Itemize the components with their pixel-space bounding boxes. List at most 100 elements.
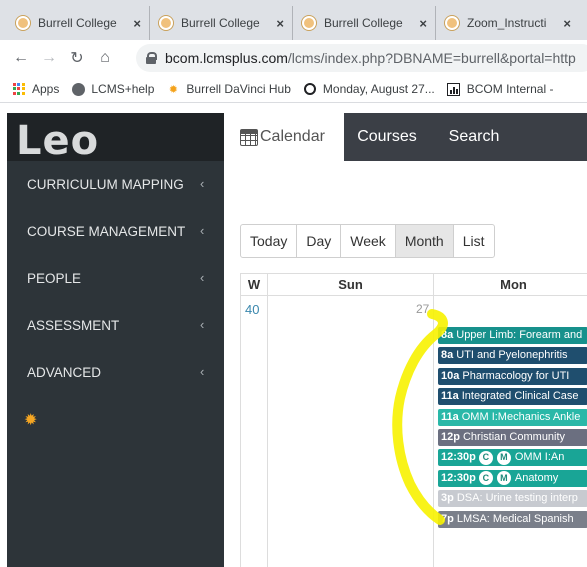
browser-tab-3[interactable]: Burrell College × (294, 6, 436, 40)
event-time: 10a (441, 369, 460, 382)
tab-title: Burrell College (181, 16, 260, 30)
calendar-event[interactable]: 12:30p C M OMM I:An (438, 449, 587, 467)
week-number[interactable]: 40 (245, 302, 259, 317)
bookmark-apps[interactable]: Apps (12, 82, 59, 96)
sidebar-item-curriculum-mapping[interactable]: CURRICULUM MAPPING ‹ (7, 161, 224, 208)
logo-area[interactable]: Leo (7, 113, 224, 161)
q-logo-icon (303, 82, 317, 96)
event-title: Christian Community (462, 430, 566, 443)
close-icon[interactable]: × (563, 16, 571, 31)
sidebar-item-label: CURRICULUM MAPPING (27, 177, 184, 192)
bookmark-label: Monday, August 27... (322, 82, 435, 96)
view-month-button[interactable]: Month (394, 224, 454, 258)
event-title: Pharmacology for UTI (462, 369, 570, 382)
sidebar-item-assessment[interactable]: ASSESSMENT ‹ (7, 302, 224, 349)
apps-grid-icon (12, 82, 26, 96)
sidebar: Leo CURRICULUM MAPPING ‹ COURSE MANAGEME… (7, 113, 224, 567)
calendar-event[interactable]: 7p LMSA: Medical Spanish (438, 510, 587, 528)
event-time: 8a (441, 349, 454, 362)
sunday-column-header: Sun (268, 274, 434, 296)
event-time: 11a (441, 410, 459, 423)
tab-label: Courses (357, 128, 417, 145)
close-icon[interactable]: × (133, 16, 141, 31)
event-time: 8a (441, 329, 454, 341)
event-title: DSA: Urine testing interp (456, 492, 578, 505)
event-title: LMSA: Medical Spanish (456, 512, 574, 525)
event-badge: M (496, 450, 511, 465)
view-switcher: Today Day Week Month List (240, 224, 495, 258)
lock-icon[interactable] (146, 52, 157, 64)
site-favicon-icon (445, 16, 459, 30)
leo-logo: Leo (16, 118, 100, 164)
url-path: /lcms/index.php?DBNAME=burrell&portal=ht… (287, 50, 576, 66)
site-favicon-icon (302, 16, 316, 30)
chevron-left-icon: ‹ (200, 223, 205, 238)
sun-icon: ✹ (168, 83, 179, 96)
tab-calendar[interactable]: Calendar (240, 113, 344, 161)
event-time: 3p (441, 492, 454, 505)
sidebar-item-course-management[interactable]: COURSE MANAGEMENT ‹ (7, 208, 224, 255)
tab-label: Calendar (260, 128, 325, 145)
browser-tab-strip: Burrell College × Burrell College × Burr… (0, 0, 587, 40)
event-title: UTI and Pyelonephritis (456, 349, 568, 362)
bookmark-monday[interactable]: Monday, August 27... (303, 82, 435, 96)
site-favicon-icon (16, 16, 30, 30)
bookmarks-bar: Apps LCMS+help ✹ Burrell DaVinci Hub Mon… (0, 76, 587, 103)
calendar-event[interactable]: 10a Pharmacology for UTI (438, 367, 587, 385)
event-title: OMM I:An (514, 451, 565, 464)
event-title: OMM I:Mechanics Ankle (461, 410, 581, 423)
view-today-button[interactable]: Today (240, 224, 298, 258)
tab-courses[interactable]: Courses (344, 113, 430, 161)
gear-icon[interactable]: ✹ (24, 410, 37, 430)
sidebar-item-advanced[interactable]: ADVANCED ‹ (7, 349, 224, 396)
event-time: 12:30p (441, 471, 476, 484)
chevron-left-icon: ‹ (200, 270, 205, 285)
tab-title: Burrell College (324, 16, 403, 30)
calendar-event[interactable]: 8a UTI and Pyelonephritis (438, 347, 587, 365)
sunday-cell[interactable] (268, 296, 434, 567)
calendar-event[interactable]: 3p DSA: Urine testing interp (438, 490, 587, 508)
sidebar-item-label: COURSE MANAGEMENT (27, 224, 186, 239)
event-title: Upper Limb: Forearm and (456, 329, 583, 341)
calendar-event[interactable]: 12p Christian Community (438, 428, 587, 446)
bookmark-label: Burrell DaVinci Hub (186, 82, 291, 96)
calendar-event[interactable]: 8a Upper Limb: Forearm and (438, 327, 587, 344)
view-day-button[interactable]: Day (296, 224, 342, 258)
bookmark-bcom-internal[interactable]: BCOM Internal - (447, 82, 553, 96)
sidebar-item-label: ADVANCED (27, 365, 102, 380)
bookmark-label: Apps (32, 82, 60, 96)
event-list: 8a Upper Limb: Forearm and 8a UTI and Pyelo… (438, 327, 587, 531)
forward-arrow-icon[interactable]: → (36, 45, 62, 71)
bookmark-lcms-help[interactable]: LCMS+help (71, 82, 154, 96)
day-number[interactable]: 27 (416, 302, 429, 316)
event-title: Anatomy (514, 471, 559, 484)
monday-column-header: Mon (434, 274, 587, 296)
chart-icon (447, 82, 461, 96)
tab-search[interactable]: Search (430, 113, 518, 161)
address-bar[interactable]: bcom.lcmsplus.com/lcms/index.php?DBNAME=… (136, 44, 587, 72)
bookmark-davinci-hub[interactable]: ✹ Burrell DaVinci Hub (166, 82, 291, 96)
browser-tab-1[interactable]: Burrell College × (8, 6, 150, 40)
view-week-button[interactable]: Week (340, 224, 396, 258)
reload-icon[interactable]: ↻ (64, 45, 90, 71)
home-icon[interactable]: ⌂ (92, 45, 118, 71)
chevron-left-icon: ‹ (200, 176, 205, 191)
chevron-left-icon: ‹ (200, 317, 205, 332)
close-icon[interactable]: × (419, 16, 427, 31)
week-number-cell (241, 296, 268, 567)
browser-tab-4[interactable]: Zoom_Instructi × (437, 6, 579, 40)
sidebar-item-people[interactable]: PEOPLE ‹ (7, 255, 224, 302)
tab-title: Burrell College (38, 16, 117, 30)
view-list-button[interactable]: List (452, 224, 495, 258)
calendar-event[interactable]: 11a OMM I:Mechanics Ankle (438, 408, 587, 426)
calendar-event[interactable]: 11a Integrated Clinical Case (438, 388, 587, 406)
back-arrow-icon[interactable]: ← (8, 45, 34, 71)
event-time: 12:30p (441, 451, 476, 464)
event-badge: C (478, 450, 493, 465)
calendar-event[interactable]: 12:30p C M Anatomy (438, 469, 587, 487)
bookmark-label: LCMS+help (91, 82, 155, 96)
chevron-left-icon: ‹ (200, 364, 205, 379)
browser-toolbar: ← → ↻ ⌂ bcom.lcmsplus.com/lcms/index.php… (0, 40, 587, 76)
close-icon[interactable]: × (276, 16, 284, 31)
browser-tab-2[interactable]: Burrell College × (151, 6, 293, 40)
